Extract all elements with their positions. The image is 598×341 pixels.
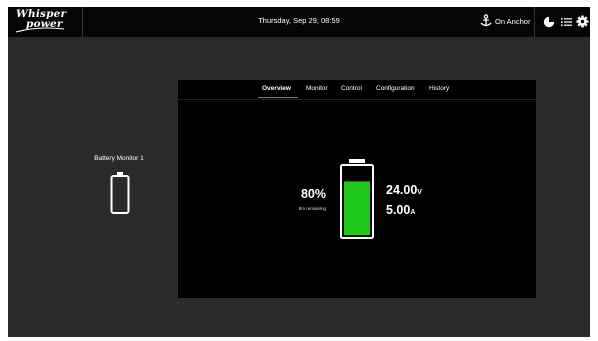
battery-level-icon xyxy=(340,159,374,239)
top-bar: Whisper power Thursday, Sep 29, 08:59 On… xyxy=(8,7,590,37)
current-value: 5.00 xyxy=(386,203,411,217)
list-icon[interactable] xyxy=(561,17,572,27)
device-panel: Overview Monitor Control Configuration H… xyxy=(178,80,536,298)
logo-swoosh-icon xyxy=(15,27,65,33)
battery-icon xyxy=(110,172,130,214)
anchor-status[interactable]: On Anchor xyxy=(495,17,530,26)
tab-configuration[interactable]: Configuration xyxy=(376,85,415,92)
tab-monitor[interactable]: Monitor xyxy=(306,85,328,92)
voltage-unit: V xyxy=(417,189,422,196)
tab-history[interactable]: History xyxy=(429,85,449,92)
state-of-charge: 80% xyxy=(300,187,326,201)
topbar-divider xyxy=(534,7,535,37)
device-name: Battery Monitor 1 xyxy=(94,155,144,162)
active-tab-indicator xyxy=(258,97,298,98)
tab-overview[interactable]: Overview xyxy=(262,85,291,92)
app-window: Whisper power Thursday, Sep 29, 08:59 On… xyxy=(8,7,590,337)
voltage-value: 24.00 xyxy=(386,183,418,197)
battery-monitor-tile[interactable]: Battery Monitor 1 xyxy=(78,155,160,225)
tab-bar: Overview Monitor Control Configuration H… xyxy=(178,80,536,100)
theme-toggle-icon[interactable] xyxy=(543,16,555,28)
remaining-time: 8m remaining xyxy=(298,206,326,211)
gear-icon[interactable] xyxy=(576,15,589,28)
anchor-icon[interactable] xyxy=(480,14,492,28)
current-unit: A xyxy=(410,209,416,216)
battery-fill xyxy=(344,181,370,235)
tab-control[interactable]: Control xyxy=(341,85,362,92)
current-readout: 5.00A xyxy=(386,203,415,217)
voltage-readout: 24.00V xyxy=(386,183,422,197)
